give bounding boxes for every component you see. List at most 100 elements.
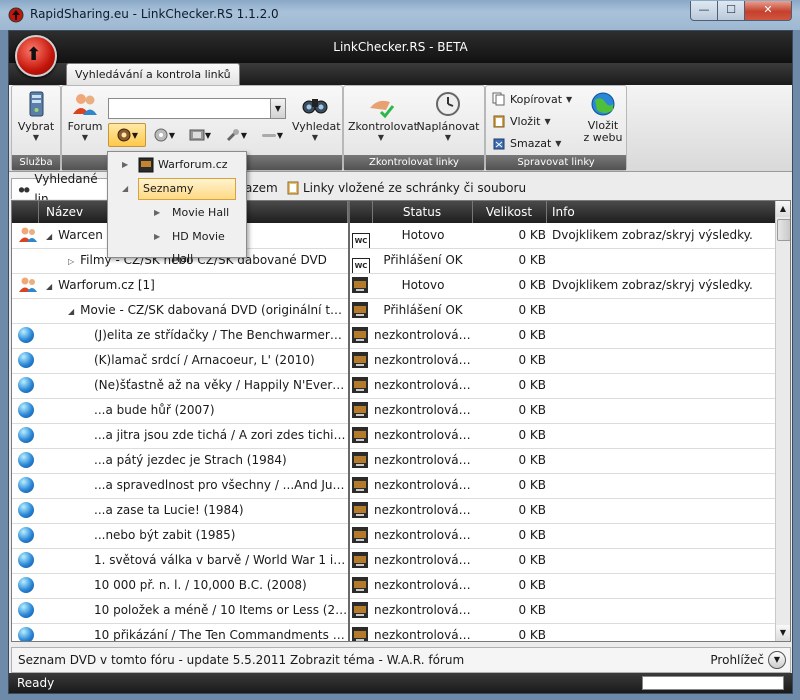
table-row[interactable]: 10 položek a méně / 10 Items or Less (20…: [12, 598, 776, 624]
grid-scrollbar[interactable]: ▲ ▼: [775, 201, 790, 641]
chevron-down-icon: ▼: [240, 130, 248, 140]
row-size: 0 KB: [518, 303, 546, 317]
tab-vyhledavani[interactable]: Vyhledávání a kontrola linků: [66, 63, 240, 85]
table-row[interactable]: 1. světová válka v barvě / World War 1 i…: [12, 548, 776, 574]
app-logo-icon: [8, 7, 24, 23]
row-info: [552, 248, 776, 273]
naplanovat-button[interactable]: Naplánovat ▼: [416, 90, 480, 142]
forum-source-button[interactable]: ▼: [108, 123, 146, 147]
dropdown-item-hd-movie-hall[interactable]: ▶ HD Movie Hall: [108, 226, 246, 265]
vlozit-z-webu-button[interactable]: Vložit z webu: [582, 90, 624, 144]
dropdown-item-label: Movie Hall: [172, 206, 230, 219]
column-splitter[interactable]: [348, 201, 350, 641]
col-header-status[interactable]: Status: [372, 201, 473, 223]
table-row[interactable]: ◢ Movie - CZ/SK dabovaná DVD (originální …: [12, 298, 776, 324]
combo-dropdown-icon[interactable]: ▼: [270, 99, 285, 118]
link-source-button[interactable]: ▼: [254, 124, 290, 146]
dropdown-item-seznamy[interactable]: ◢ Seznamy: [108, 178, 246, 200]
collapse-triangle-icon[interactable]: ◢: [46, 232, 52, 241]
col-header-info[interactable]: Info: [546, 201, 776, 223]
table-row[interactable]: ...nebo být zabit (1985) nezkontrolováno 0…: [12, 523, 776, 549]
scroll-up-icon[interactable]: ▲: [776, 201, 790, 217]
film-source-icon: [352, 302, 368, 318]
maximize-button[interactable]: ☐: [717, 1, 745, 21]
table-row[interactable]: ...a jitra jsou zde tichá / A zori zdes …: [12, 423, 776, 449]
browser-expand-icon[interactable]: ▼: [768, 651, 786, 669]
table-row[interactable]: ...a bude hůř (2007) nezkontrolováno 0 KB: [12, 398, 776, 424]
tool-source-button[interactable]: ▼: [218, 124, 254, 146]
chevron-down-icon: ▼: [168, 130, 176, 140]
table-row[interactable]: (J)elita ze střídačky / The Benchwarmers…: [12, 323, 776, 349]
zkontrolovat-button[interactable]: Zkontrolovat ▼: [348, 90, 418, 142]
forum-button[interactable]: Forum ▼: [66, 90, 104, 142]
row-size: 0 KB: [518, 403, 546, 417]
row-name-text: ...a zase ta Lucie! (1984): [94, 503, 244, 517]
wrench-icon: [226, 129, 239, 142]
row-name-text: (J)elita ze střídačky / The Benchwarmers…: [94, 328, 348, 342]
row-info: [552, 498, 776, 523]
dropdown-item-movie-hall[interactable]: ▶ Movie Hall: [108, 202, 246, 224]
close-button[interactable]: ✕: [744, 1, 792, 21]
row-size: 0 KB: [518, 228, 546, 242]
col-header-size[interactable]: Velikost: [472, 201, 547, 223]
row-name-text: ...a jitra jsou zde tichá / A zori zdes …: [94, 428, 348, 442]
row-icon: [18, 448, 40, 473]
row-source: [352, 598, 372, 623]
scroll-down-icon[interactable]: ▼: [776, 625, 790, 641]
row-source: WC: [352, 248, 372, 273]
delete-icon: [493, 138, 505, 150]
table-row[interactable]: 10 000 př. n. l. / 10,000 B.C. (2008) nez…: [12, 573, 776, 599]
row-name: ...a jitra jsou zde tichá / A zori zdes …: [38, 423, 348, 448]
table-row[interactable]: ◢ Warforum.cz [1] Hotovo 0 KB Dvojklikem zob…: [12, 273, 776, 299]
minimize-button[interactable]: —: [690, 1, 718, 21]
search-input[interactable]: ▼: [108, 98, 286, 119]
film-source-icon: [352, 427, 368, 443]
kopirovat-button[interactable]: Kopírovat ▼: [492, 92, 572, 106]
row-source: [352, 448, 372, 473]
table-row[interactable]: ...a spravedlnost pro všechny / ...And J…: [12, 473, 776, 499]
vyhledat-button[interactable]: Vyhledat ▼: [292, 90, 341, 142]
ribbon-tabstrip: Vyhledávání a kontrola linků: [9, 63, 792, 85]
browser-label[interactable]: Prohlížeč: [710, 648, 764, 672]
app-menu-orb-icon[interactable]: ⬆: [15, 35, 57, 77]
collapse-triangle-icon[interactable]: ◢: [68, 307, 74, 316]
film-source-button[interactable]: ▼: [182, 124, 218, 146]
warcentrum-source-icon: WC: [352, 258, 370, 273]
table-row[interactable]: ...a pátý jezdec je Strach (1984) nezkont…: [12, 448, 776, 474]
table-row[interactable]: 10 přikázání / The Ten Commandments (20.…: [12, 623, 776, 641]
vlozit-button[interactable]: Vložit ▼: [492, 114, 551, 128]
film-icon: [138, 157, 154, 173]
expand-triangle-icon[interactable]: ▷: [68, 257, 74, 266]
table-row[interactable]: (K)lamač srdcí / Arnacoeur, L' (2010) nez…: [12, 348, 776, 374]
table-row[interactable]: (Ne)šťastně až na věky / Happily N'Ever …: [12, 373, 776, 399]
film-source-icon: [352, 327, 368, 343]
table-row[interactable]: ...a zase ta Lucie! (1984) nezkontrolován…: [12, 498, 776, 524]
binoculars-icon: [302, 99, 328, 114]
app-header-title: LinkChecker.RS - BETA: [333, 40, 468, 54]
tab-vyhledane-linky[interactable]: Vyhledané lin: [11, 172, 113, 206]
forum-gear-icon: [117, 128, 131, 142]
group-label-sluzba: Služba: [12, 155, 60, 170]
col-header-icon: [12, 201, 39, 223]
row-status: nezkontrolováno: [374, 453, 472, 467]
row-status: Hotovo: [401, 278, 445, 292]
collapse-triangle-icon[interactable]: ◢: [46, 282, 52, 291]
row-name-text: (Ne)šťastně až na věky / Happily N'Ever …: [94, 378, 348, 392]
warcentrum-source-icon: WC: [352, 233, 370, 248]
dropdown-item-warforum[interactable]: ▶ Warforum.cz: [108, 154, 246, 176]
tab-linky-vlozene[interactable]: Linky vložené ze schránky či souboru: [281, 178, 532, 198]
row-icon: [18, 298, 40, 323]
row-source: [352, 298, 372, 323]
smazat-button[interactable]: Smazat ▼: [492, 136, 561, 150]
row-status: nezkontrolováno: [374, 528, 472, 542]
row-source: [352, 273, 372, 298]
paste-icon: [287, 181, 299, 195]
chevron-down-icon: ▼: [81, 133, 89, 142]
row-icon: [18, 623, 40, 641]
vybrat-button[interactable]: Vybrat ▼: [16, 90, 56, 142]
row-size: 0 KB: [518, 253, 546, 267]
scroll-thumb[interactable]: [777, 219, 790, 241]
disc-source-button[interactable]: ▼: [146, 124, 182, 146]
row-source: [352, 498, 372, 523]
globe-icon: [18, 527, 34, 543]
